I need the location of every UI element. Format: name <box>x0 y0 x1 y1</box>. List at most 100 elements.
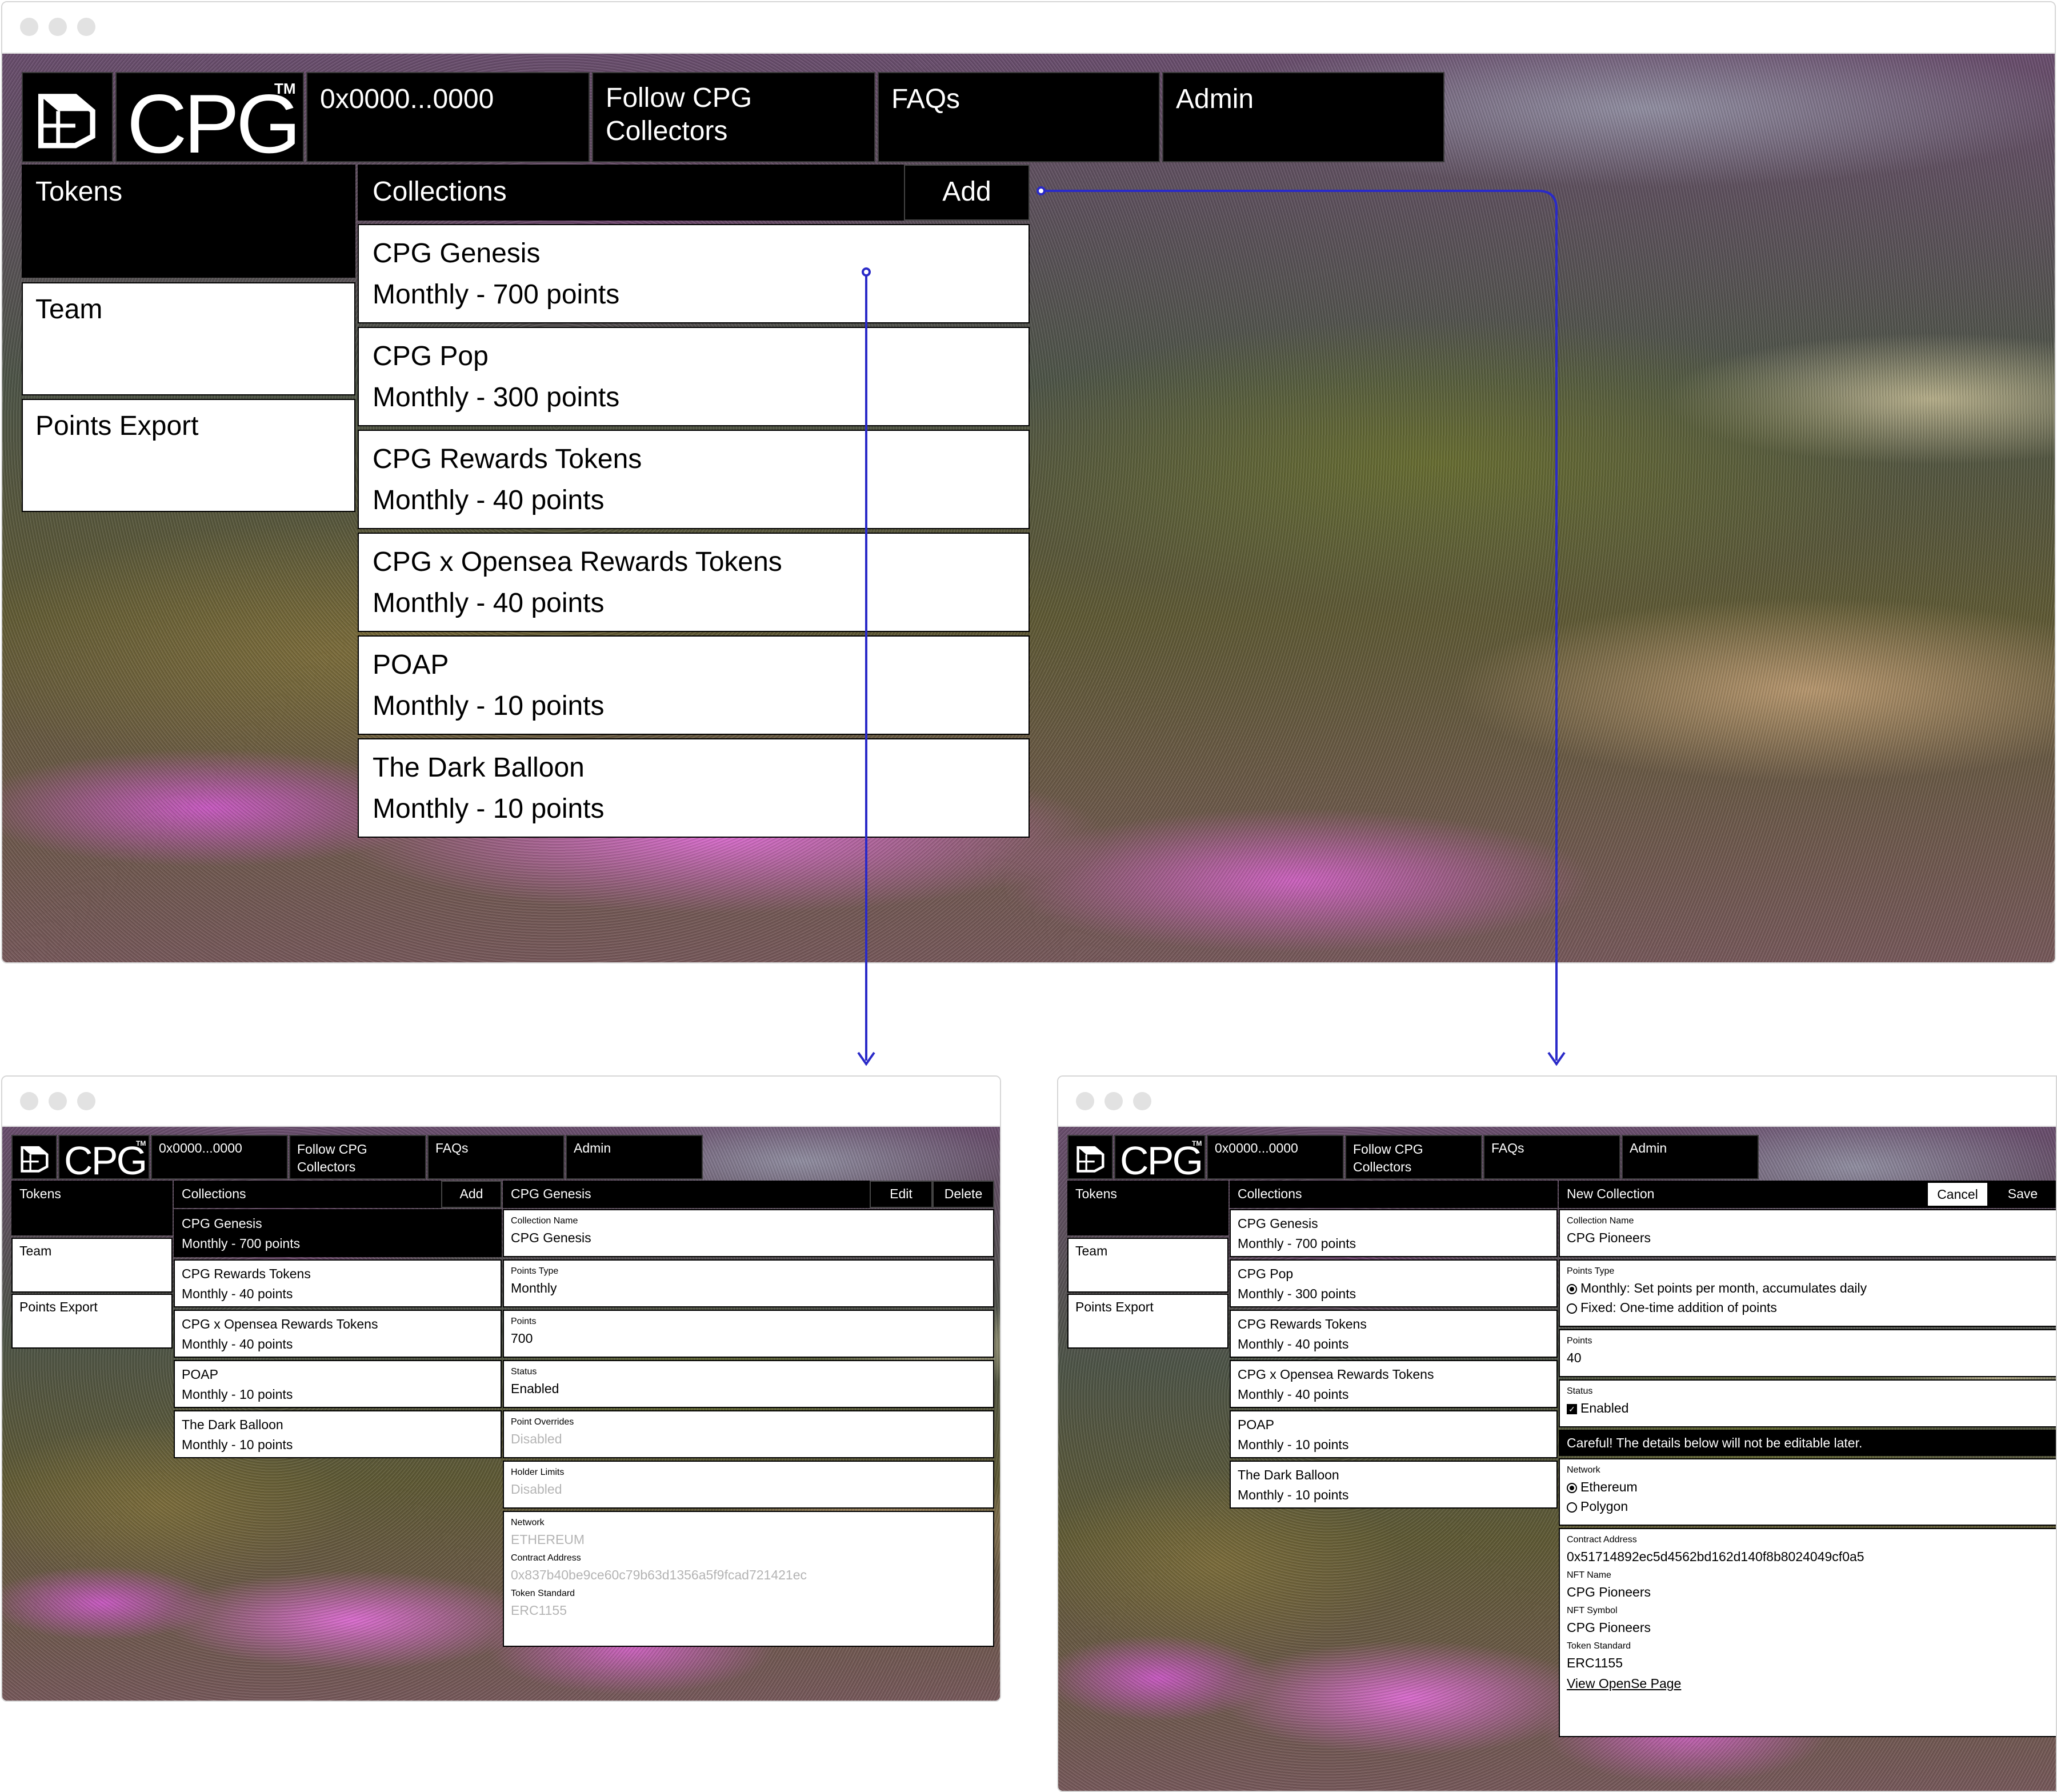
collection-name: The Dark Balloon <box>182 1417 283 1432</box>
collection-item-cpg-x-opensea[interactable]: CPG x Opensea Rewards Tokens Monthly - 40… <box>358 533 1030 632</box>
window-control-close[interactable] <box>1076 1092 1094 1110</box>
collection-detail: Monthly - 700 points <box>1238 1236 1356 1251</box>
faqs-link[interactable]: FAQs <box>1483 1135 1620 1179</box>
add-collection-button[interactable]: Add <box>441 1181 502 1208</box>
window-control-maximize[interactable] <box>77 1092 95 1110</box>
view-opensea-page-link[interactable]: View OpenSe Page <box>1567 1673 2050 1694</box>
brand-wordmark[interactable]: CPG TM <box>58 1135 150 1181</box>
sidebar-item-team[interactable]: Team <box>11 1238 173 1293</box>
collection-item-cpg-x-opensea[interactable]: CPG x Opensea Rewards Tokens Monthly - 40… <box>1230 1360 1558 1408</box>
window-control-close[interactable] <box>20 1092 38 1110</box>
collection-name: POAP <box>1238 1417 1274 1432</box>
detail-window: CPG TM 0x0000...0000 Follow CPG Collecto… <box>1 1075 1001 1702</box>
collection-name: CPG x Opensea Rewards Tokens <box>1238 1367 1434 1382</box>
collection-item-cpg-pop[interactable]: CPG Pop Monthly - 300 points <box>1230 1259 1558 1307</box>
option-label: Fixed: One-time addition of points <box>1580 1300 1777 1315</box>
collection-item-cpg-genesis[interactable]: CPG Genesis Monthly - 700 points <box>174 1209 502 1257</box>
nft-name-input[interactable]: CPG Pioneers <box>1567 1582 2050 1602</box>
sidebar-item-tokens[interactable]: Tokens <box>11 1181 173 1235</box>
wallet-address[interactable]: 0x0000...0000 <box>306 72 590 162</box>
status-enabled-checkbox[interactable]: ✓ Enabled <box>1567 1398 2050 1418</box>
follow-line-2: Collectors <box>606 116 728 146</box>
collection-name: POAP <box>373 650 449 680</box>
follow-cpg-collectors-link[interactable]: Follow CPG Collectors <box>1345 1135 1482 1179</box>
collection-item-poap[interactable]: POAP Monthly - 10 points <box>1230 1410 1558 1458</box>
follow-cpg-collectors-link[interactable]: Follow CPG Collectors <box>592 72 875 162</box>
collection-item-poap[interactable]: POAP Monthly - 10 points <box>174 1360 502 1408</box>
window-control-minimize[interactable] <box>49 1092 67 1110</box>
wallet-address-text: 0x0000...0000 <box>159 1141 242 1155</box>
sidebar-points-export-label: Points Export <box>35 411 199 441</box>
admin-text: Admin <box>1630 1141 1667 1155</box>
sidebar-item-points-export[interactable]: Points Export <box>1067 1294 1228 1349</box>
sidebar-item-tokens[interactable]: Tokens <box>22 165 355 278</box>
collection-item-cpg-genesis[interactable]: CPG Genesis Monthly - 700 points <box>1230 1209 1558 1257</box>
logo-mark[interactable] <box>11 1135 57 1179</box>
sidebar-tokens-label: Tokens <box>19 1186 61 1201</box>
collection-item-cpg-rewards-tokens[interactable]: CPG Rewards Tokens Monthly - 40 points <box>174 1259 502 1307</box>
add-collection-button[interactable]: Add <box>904 165 1030 221</box>
collection-item-poap[interactable]: POAP Monthly - 10 points <box>358 635 1030 735</box>
collection-item-cpg-genesis[interactable]: CPG Genesis Monthly - 700 points <box>358 224 1030 323</box>
points-type-monthly-option[interactable]: Monthly: Set points per month, accumulat… <box>1567 1278 2050 1298</box>
collection-item-the-dark-balloon[interactable]: The Dark Balloon Monthly - 10 points <box>1230 1461 1558 1509</box>
radio-unselected-icon[interactable] <box>1567 1502 1577 1513</box>
nft-symbol-input[interactable]: CPG Pioneers <box>1567 1617 2050 1638</box>
detail-title: CPG Genesis <box>511 1186 591 1201</box>
collection-name-field[interactable]: Collection Name CPG Pioneers <box>1559 1209 2056 1257</box>
points-type-fixed-option[interactable]: Fixed: One-time addition of points <box>1567 1298 2050 1317</box>
wallet-address[interactable]: 0x0000...0000 <box>151 1135 288 1179</box>
sidebar-item-tokens[interactable]: Tokens <box>1067 1181 1228 1235</box>
faqs-link[interactable]: FAQs <box>878 72 1160 162</box>
collection-item-cpg-pop[interactable]: CPG Pop Monthly - 300 points <box>358 327 1030 426</box>
faqs-link[interactable]: FAQs <box>427 1135 565 1179</box>
admin-link[interactable]: Admin <box>1162 72 1444 162</box>
brand-wordmark[interactable]: CPG TM <box>1114 1135 1206 1181</box>
collection-name: CPG Pop <box>1238 1266 1294 1281</box>
edit-button[interactable]: Edit <box>870 1181 933 1208</box>
collection-name-input[interactable]: CPG Pioneers <box>1567 1227 2050 1248</box>
collection-item-the-dark-balloon[interactable]: The Dark Balloon Monthly - 10 points <box>174 1410 502 1458</box>
follow-cpg-collectors-link[interactable]: Follow CPG Collectors <box>289 1135 426 1179</box>
save-button[interactable]: Save <box>1994 1182 2051 1207</box>
field-label: Contract Address <box>511 1553 581 1563</box>
radio-unselected-icon[interactable] <box>1567 1303 1577 1314</box>
admin-link[interactable]: Admin <box>1622 1135 1759 1179</box>
window-control-maximize[interactable] <box>1133 1092 1151 1110</box>
radio-selected-icon[interactable] <box>1567 1482 1577 1493</box>
field-label: Holder Limits <box>511 1467 565 1477</box>
window-control-maximize[interactable] <box>77 18 95 36</box>
collection-name: The Dark Balloon <box>1238 1467 1339 1482</box>
detail-header: CPG Genesis <box>503 1181 870 1208</box>
sidebar-item-team[interactable]: Team <box>22 282 355 395</box>
follow-line-1: Follow CPG <box>1353 1142 1423 1157</box>
network-ethereum-option[interactable]: Ethereum <box>1567 1477 2050 1497</box>
collection-item-cpg-x-opensea[interactable]: CPG x Opensea Rewards Tokens Monthly - 40… <box>174 1310 502 1358</box>
logo-mark[interactable] <box>22 72 113 162</box>
delete-button[interactable]: Delete <box>933 1181 994 1208</box>
brand-wordmark[interactable]: CPG TM <box>115 72 304 166</box>
wallet-address[interactable]: 0x0000...0000 <box>1207 1135 1344 1179</box>
sidebar-item-points-export[interactable]: Points Export <box>11 1294 173 1349</box>
window-control-close[interactable] <box>20 18 38 36</box>
points-input[interactable]: 40 <box>1567 1347 2050 1368</box>
checkbox-checked-icon[interactable]: ✓ <box>1567 1403 1577 1414</box>
radio-selected-icon[interactable] <box>1567 1283 1577 1294</box>
cancel-button[interactable]: Cancel <box>1928 1183 1987 1206</box>
contract-address-input[interactable]: 0x51714892ec5d4562bd162d140f8b8024049cf0… <box>1567 1546 2050 1567</box>
arrowhead-detail-icon <box>857 1051 875 1066</box>
collection-detail: Monthly - 40 points <box>1238 1387 1349 1402</box>
faqs-text: FAQs <box>1491 1141 1524 1155</box>
sidebar-item-team[interactable]: Team <box>1067 1238 1228 1293</box>
window-control-minimize[interactable] <box>49 18 67 36</box>
points-field[interactable]: Points 40 <box>1559 1329 2056 1377</box>
collection-item-cpg-rewards-tokens[interactable]: CPG Rewards Tokens Monthly - 40 points <box>1230 1310 1558 1358</box>
admin-link[interactable]: Admin <box>566 1135 703 1179</box>
window-control-minimize[interactable] <box>1104 1092 1123 1110</box>
collection-item-the-dark-balloon[interactable]: The Dark Balloon Monthly - 10 points <box>358 738 1030 838</box>
logo-mark[interactable] <box>1067 1135 1113 1179</box>
network-field: Network Ethereum Polygon <box>1559 1458 2056 1526</box>
sidebar-item-points-export[interactable]: Points Export <box>22 399 355 512</box>
collection-item-cpg-rewards-tokens[interactable]: CPG Rewards Tokens Monthly - 40 points <box>358 430 1030 529</box>
network-polygon-option[interactable]: Polygon <box>1567 1497 2050 1515</box>
